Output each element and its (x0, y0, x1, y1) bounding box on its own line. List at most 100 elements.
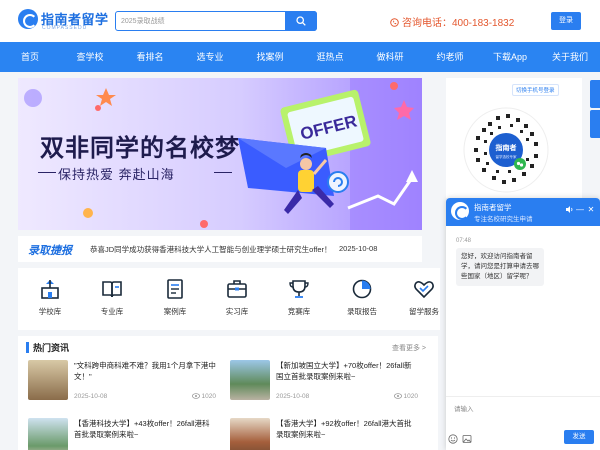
article-title: 【香港大学】+92枚offer！26fall港大首批录取案例来啦~ (276, 419, 412, 439)
quick-link-cases[interactable]: 案例库 (155, 278, 195, 317)
logo-subtitle: COMPASSEDU (42, 25, 88, 31)
chat-timestamp: 07:48 (456, 238, 472, 244)
main-nav: 首页 查学校 看排名 选专业 找案例 逛热点 做科研 约老师 下载App 关于我… (0, 42, 600, 72)
quick-link-label: 竞赛库 (287, 307, 311, 316)
offer-illustration: OFFER (238, 78, 422, 230)
ticker-brand: 录取捷报 (28, 245, 72, 257)
side-tab-contact[interactable] (590, 110, 600, 138)
ticker-date: 2025-10-08 (339, 244, 378, 253)
chat-close-button[interactable]: ✕ (586, 205, 596, 215)
phone-icon (390, 18, 399, 27)
search-box (115, 11, 317, 31)
quick-link-label: 实习库 (225, 307, 249, 316)
article-title: 【新加坡国立大学】+70枚offer！26fall新国立首批录取案例来啦~ (276, 361, 412, 381)
chat-agent-name: 指南者留学 (474, 203, 512, 212)
nav-item-cases[interactable]: 找案例 (240, 42, 300, 72)
quick-link-schools[interactable]: 学校库 (30, 278, 70, 317)
chat-widget: 指南者留学 专注名校研究生申请 — ✕ 07:48 您好，欢迎访问指南者留学，请… (446, 198, 600, 450)
book-icon (102, 281, 122, 298)
chat-minimize-button[interactable]: — (575, 205, 585, 215)
chat-avatar (451, 202, 469, 220)
quick-link-label: 专业库 (100, 307, 124, 316)
quick-links: 学校库 专业库 案例库 实习库 竞赛库 录取报告 留学服务 (18, 268, 440, 330)
quick-link-label: 留学服务 (409, 307, 439, 316)
quick-link-label: 录取报告 (347, 307, 377, 316)
view-count: 1020 (403, 393, 418, 400)
section-title: 热门资讯 (33, 343, 70, 353)
article-date: 2025-10-08 (74, 393, 108, 400)
trophy-icon (289, 280, 309, 298)
news-article[interactable]: 【香港大学】+92枚offer！26fall港大首批录取案例来啦~ (230, 418, 422, 450)
school-icon (41, 280, 59, 299)
quick-link-label: 案例库 (163, 307, 187, 316)
nav-item-majors[interactable]: 选专业 (180, 42, 240, 72)
news-article[interactable]: "文科跨申商科难不难？我用1个月拿下港中文！" 2025-10-08 1020 (28, 360, 220, 408)
nav-item-schools[interactable]: 查学校 (60, 42, 120, 72)
speaker-icon (565, 206, 572, 213)
chat-header: 指南者留学 专注名校研究生申请 — ✕ (446, 198, 600, 226)
quick-link-label: 学校库 (38, 307, 62, 316)
ticker-text[interactable]: 恭喜JD同学成功获得香港科技大学人工智能与创业理学硕士研究生offer！ (90, 244, 332, 255)
banner-title: 双非同学的名校梦 (40, 135, 240, 162)
side-tab-consult[interactable] (590, 80, 600, 108)
news-article[interactable]: 【新加坡国立大学】+70枚offer！26fall新国立首批录取案例来啦~ 20… (230, 360, 422, 408)
view-count: 1020 (201, 393, 216, 400)
search-input[interactable] (116, 12, 286, 30)
banner-subtitle: 保持热爱 奔赴山海 (58, 167, 175, 182)
article-title: 【香港科技大学】+43枚offer！26fall港科首批录取案例来啦~ (74, 419, 210, 439)
news-article[interactable]: 【香港科技大学】+43枚offer！26fall港科首批录取案例来啦~ (28, 418, 220, 450)
hotline-text: 咨询电话：400-183-1832 (402, 18, 515, 29)
quick-link-services[interactable]: 留学服务 (404, 278, 444, 317)
article-views: 1020 (191, 393, 216, 400)
article-thumbnail (28, 360, 68, 400)
send-button[interactable]: 发送 (564, 430, 594, 444)
qr-code: 指南者 留学选校专家 (463, 107, 549, 193)
document-icon (167, 279, 183, 299)
chat-menu-icon[interactable] (564, 205, 574, 215)
article-title: "文科跨申商科难不难？我用1个月拿下港中文！" (74, 361, 216, 381)
login-button[interactable]: 登录 (551, 12, 581, 30)
search-icon (296, 16, 306, 26)
nav-item-teachers[interactable]: 约老师 (420, 42, 480, 72)
hot-news-section: 热门资讯 查看更多 > "文科跨申商科难不难？我用1个月拿下港中文！" 2025… (18, 336, 438, 450)
heart-icon (414, 281, 434, 299)
side-toolbar (590, 80, 600, 140)
eye-icon (393, 393, 402, 399)
nav-item-home[interactable]: 首页 (0, 42, 60, 72)
chat-input[interactable] (446, 397, 600, 431)
switch-phone-login[interactable]: 切换手机号登录 (512, 84, 559, 96)
briefcase-icon (227, 280, 247, 298)
nav-item-rankings[interactable]: 看排名 (120, 42, 180, 72)
article-thumbnail (230, 418, 270, 450)
top-bar: 指南者留学 COMPASSEDU 咨询电话：400-183-1832 登录 (0, 0, 600, 42)
article-views: 1020 (393, 393, 418, 400)
site-logo[interactable]: 指南者留学 COMPASSEDU (18, 8, 108, 34)
nav-item-hot[interactable]: 逛热点 (300, 42, 360, 72)
search-button[interactable] (285, 11, 317, 31)
emoji-icon[interactable] (448, 434, 458, 444)
banner-divider-left (38, 172, 56, 173)
article-thumbnail (28, 418, 68, 450)
qr-center-sub: 留学选校专家 (496, 154, 517, 159)
nav-item-about[interactable]: 关于我们 (540, 42, 600, 72)
chat-message: 您好，欢迎访问指南者留学，请问您是打算申请去哪些国家（地区）留学呢？ (456, 248, 544, 286)
image-icon[interactable] (462, 434, 472, 444)
hero-banner[interactable]: 双非同学的名校梦 保持热爱 奔赴山海 OFFER (18, 78, 422, 230)
quick-link-reports[interactable]: 录取报告 (342, 278, 382, 317)
quick-link-internships[interactable]: 实习库 (217, 278, 257, 317)
hotline: 咨询电话：400-183-1832 (390, 14, 514, 29)
nav-item-app[interactable]: 下载App (480, 42, 540, 72)
article-date: 2025-10-08 (276, 393, 310, 400)
compass-logo-icon (18, 9, 38, 29)
admission-ticker: 录取捷报 恭喜JD同学成功获得香港科技大学人工智能与创业理学硕士研究生offer… (18, 236, 422, 262)
view-more-link[interactable]: 查看更多 > (392, 343, 426, 353)
nav-item-research[interactable]: 做科研 (360, 42, 420, 72)
quick-link-competitions[interactable]: 竞赛库 (279, 278, 319, 317)
qr-center-text: 指南者 (496, 143, 517, 152)
chat-agent-desc: 专注名校研究生申请 (474, 216, 533, 223)
article-thumbnail (230, 360, 270, 400)
section-accent (26, 342, 29, 353)
login-qr-panel: 切换手机号登录 指南者 留学选校专家 (446, 78, 582, 198)
quick-link-majors[interactable]: 专业库 (92, 278, 132, 317)
pie-chart-icon (352, 279, 372, 299)
